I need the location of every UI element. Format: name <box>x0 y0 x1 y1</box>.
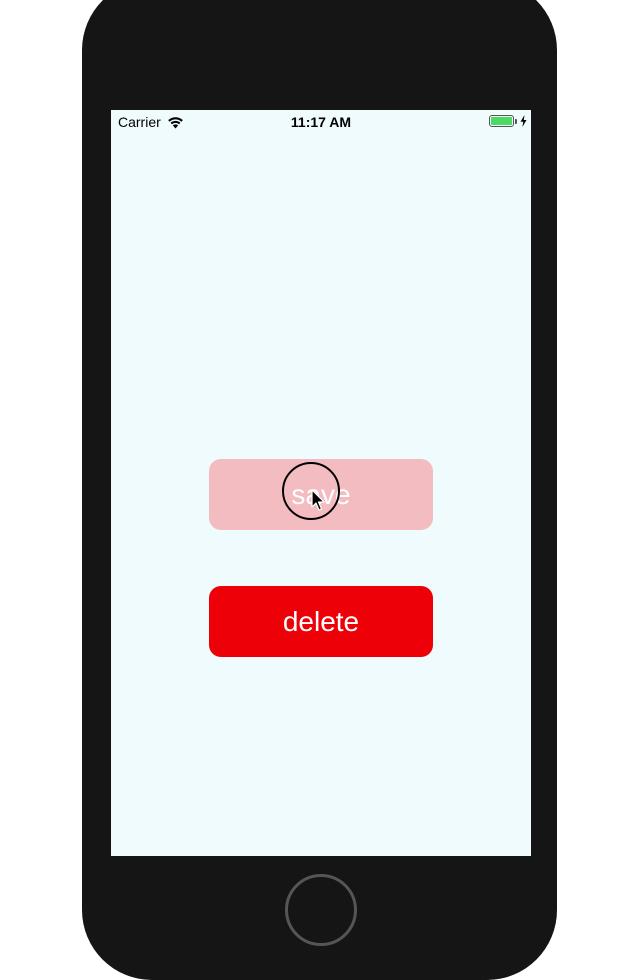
charging-bolt-icon <box>520 115 527 127</box>
status-time: 11:17 AM <box>290 114 352 130</box>
home-button[interactable] <box>285 874 357 946</box>
battery-cap <box>515 118 517 124</box>
status-bar: Carrier 11:17 AM <box>111 110 531 132</box>
delete-button[interactable]: delete <box>209 586 433 657</box>
battery-level-fill <box>491 117 512 125</box>
app-screen: Carrier 11:17 AM save delete <box>111 110 531 856</box>
battery-group <box>489 115 527 127</box>
battery-icon <box>489 115 514 127</box>
save-button[interactable]: save <box>209 459 433 530</box>
